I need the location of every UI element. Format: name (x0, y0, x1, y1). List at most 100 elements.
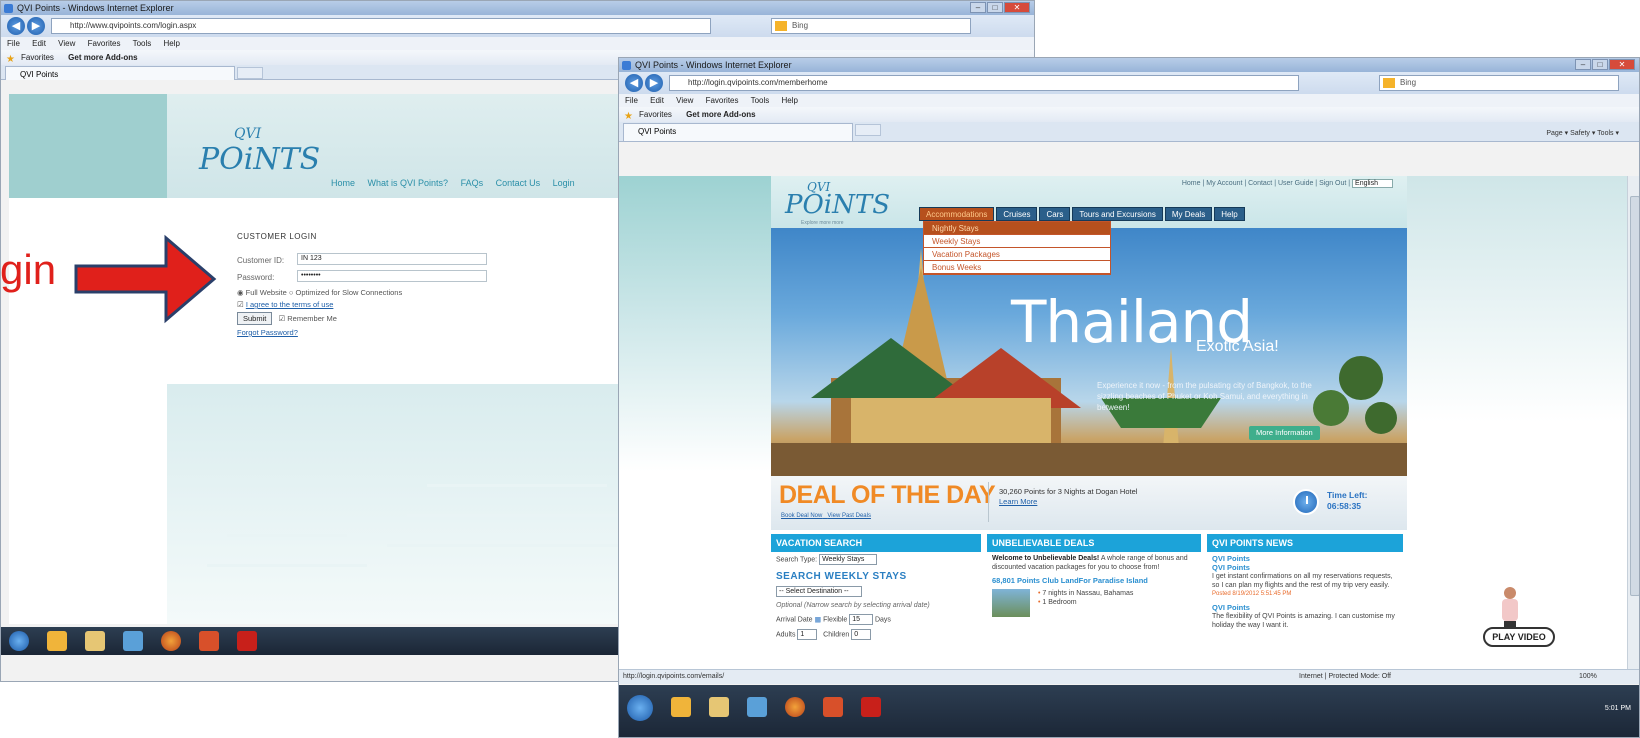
logo-tagline: Explore more more (801, 220, 844, 226)
vertical-scrollbar[interactable] (1627, 176, 1639, 669)
menu-favorites[interactable]: Favorites (706, 96, 739, 105)
book-deal-link[interactable]: Book Deal Now (781, 513, 822, 519)
nav-help[interactable]: Help (1214, 207, 1245, 221)
deal-offer-title[interactable]: 68,801 Points Club LandFor Paradise Isla… (987, 574, 1201, 587)
back-icon[interactable]: ◀ (625, 74, 643, 92)
command-bar[interactable]: Page ▾ Safety ▾ Tools ▾ (1546, 126, 1619, 141)
customer-id-input[interactable]: IN 123 (297, 253, 487, 265)
new-tab-button[interactable] (855, 124, 881, 136)
outlook-icon[interactable] (47, 631, 67, 651)
close-button[interactable]: ✕ (1609, 59, 1635, 70)
acrobat-icon[interactable] (861, 697, 881, 717)
address-bar[interactable]: http://login.qvipoints.com/memberhome (669, 75, 1299, 91)
powerpoint-icon[interactable] (199, 631, 219, 651)
news-item-2-title[interactable]: QVI Points (1212, 603, 1398, 612)
remember-label: Remember Me (287, 314, 337, 323)
destination-select[interactable]: -- Select Destination -- (776, 586, 862, 597)
menu-tools[interactable]: Tools (133, 39, 152, 48)
children-select[interactable]: 0 (851, 629, 872, 640)
terms-checkbox[interactable]: ☑ (237, 300, 244, 309)
nav-cars[interactable]: Cars (1039, 207, 1071, 221)
folder-icon[interactable] (709, 697, 729, 717)
scrollbar-thumb[interactable] (1630, 196, 1639, 596)
learn-more-link[interactable]: Learn More (999, 497, 1137, 506)
search-type-select[interactable]: Weekly Stays (819, 554, 878, 565)
flexible-select[interactable]: 15 (849, 614, 873, 625)
logo-points[interactable]: POiNTS (785, 190, 890, 220)
powerpoint-icon[interactable] (823, 697, 843, 717)
submit-button[interactable]: Submit (237, 312, 273, 325)
favorites-button[interactable]: Favorites (21, 53, 54, 62)
maximize-button[interactable]: □ (1592, 59, 1608, 70)
play-video-button[interactable]: PLAY VIDEO (1483, 627, 1555, 647)
logo-points[interactable]: POiNTS (199, 142, 320, 177)
nav-login[interactable]: Login (553, 178, 575, 188)
firefox-icon[interactable] (785, 697, 805, 717)
menu-view[interactable]: View (676, 96, 693, 105)
back-icon[interactable]: ◀ (7, 17, 25, 35)
acrobat-icon[interactable] (237, 631, 257, 651)
nav-tours[interactable]: Tours and Excursions (1072, 207, 1163, 221)
favorites-button[interactable]: Favorites (639, 110, 672, 119)
media-icon[interactable] (123, 631, 143, 651)
menu-file[interactable]: File (625, 96, 638, 105)
outlook-icon[interactable] (671, 697, 691, 717)
menu-favorites[interactable]: Favorites (88, 39, 121, 48)
news-item-1-title[interactable]: QVI Points (1212, 554, 1398, 563)
calendar-icon[interactable]: ▦ (815, 616, 822, 623)
forgot-password-link[interactable]: Forgot Password? (237, 328, 298, 337)
hero-subtitle: Exotic Asia! (1196, 338, 1279, 355)
menu-help[interactable]: Help (782, 96, 798, 105)
dropdown-weekly-stays[interactable]: Weekly Stays (924, 235, 1110, 248)
get-addons-link[interactable]: Get more Add-ons (686, 110, 755, 119)
firefox-icon[interactable] (161, 631, 181, 651)
terms-link[interactable]: I agree to the terms of use (246, 300, 334, 309)
start-button-icon[interactable] (627, 695, 653, 721)
maximize-button[interactable]: □ (987, 2, 1003, 13)
menu-view[interactable]: View (58, 39, 75, 48)
deal-thumbnail[interactable] (992, 589, 1030, 617)
menu-edit[interactable]: Edit (650, 96, 664, 105)
nav-home[interactable]: Home (331, 178, 355, 188)
nav-my-deals[interactable]: My Deals (1164, 207, 1213, 221)
full-website-radio[interactable]: ◉ (237, 288, 244, 297)
menu-file[interactable]: File (7, 39, 20, 48)
dropdown-nightly-stays[interactable]: Nightly Stays (924, 222, 1110, 235)
news-item-1-text: I get instant confirmations on all my re… (1212, 573, 1393, 589)
slow-connection-radio[interactable]: ○ (289, 288, 294, 297)
nav-contact[interactable]: Contact Us (496, 178, 541, 188)
menu-help[interactable]: Help (164, 39, 180, 48)
new-tab-button[interactable] (237, 67, 263, 79)
more-information-button[interactable]: More Information (1249, 426, 1320, 440)
search-box[interactable]: Bing (771, 18, 971, 34)
folder-icon[interactable] (85, 631, 105, 651)
nav-faqs[interactable]: FAQs (461, 178, 484, 188)
nav-accommodations[interactable]: Accommodations (919, 207, 995, 221)
get-addons-link[interactable]: Get more Add-ons (68, 53, 137, 62)
password-input[interactable]: •••••••• (297, 270, 487, 282)
forward-icon[interactable]: ▶ (645, 74, 663, 92)
minimize-button[interactable]: – (1575, 59, 1591, 70)
dropdown-bonus-weeks[interactable]: Bonus Weeks (924, 261, 1110, 274)
menu-edit[interactable]: Edit (32, 39, 46, 48)
language-select[interactable]: English (1352, 179, 1393, 188)
adults-select[interactable]: 1 (797, 629, 818, 640)
zoom-level[interactable]: 100% (1579, 670, 1597, 684)
tab-qvi-points[interactable]: QVI Points (5, 66, 235, 80)
close-button[interactable]: ✕ (1004, 2, 1030, 13)
past-deals-link[interactable]: View Past Deals (827, 513, 871, 519)
remember-checkbox[interactable]: ☑ (278, 314, 285, 323)
minimize-button[interactable]: – (970, 2, 986, 13)
search-box[interactable]: Bing (1379, 75, 1619, 91)
start-button-icon[interactable] (9, 631, 29, 651)
dropdown-vacation-packages[interactable]: Vacation Packages (924, 248, 1110, 261)
forward-icon[interactable]: ▶ (27, 17, 45, 35)
address-bar[interactable]: http://www.qvipoints.com/login.aspx (51, 18, 711, 34)
media-icon[interactable] (747, 697, 767, 717)
nav-what-is[interactable]: What is QVI Points? (368, 178, 449, 188)
menu-tools[interactable]: Tools (751, 96, 770, 105)
utility-links-text[interactable]: Home | My Account | Contact | User Guide… (1182, 180, 1350, 187)
tab-qvi-points[interactable]: QVI Points (623, 123, 853, 141)
nav-cruises[interactable]: Cruises (996, 207, 1038, 221)
time-left-value: 06:58:35 (1327, 501, 1362, 511)
